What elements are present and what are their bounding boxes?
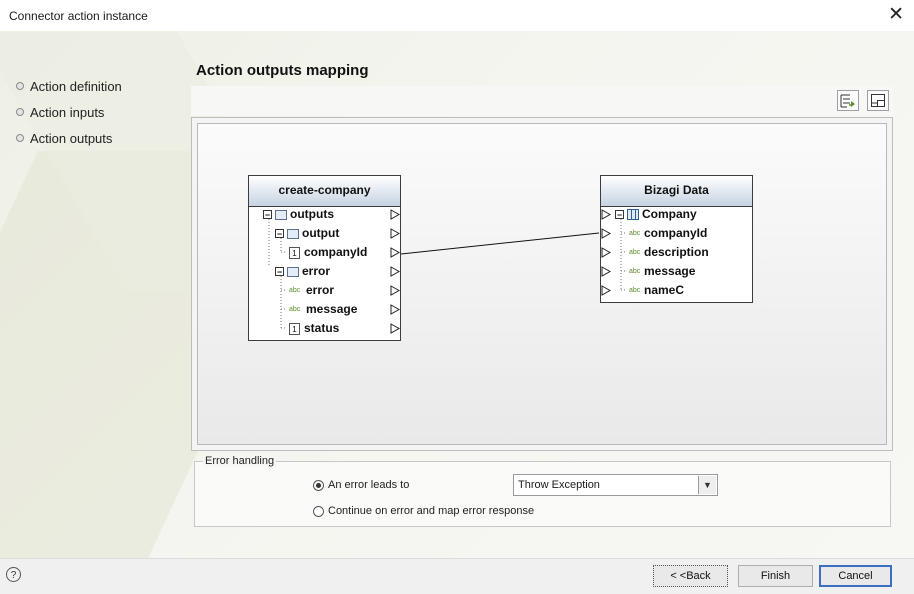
mapping-line [400, 232, 600, 255]
select-value: Throw Exception [518, 479, 600, 491]
source-ports [390, 209, 401, 334]
tree-row-label: error [302, 264, 331, 278]
tree-row[interactable]: abc description [629, 243, 709, 262]
tree-row-label: outputs [290, 207, 334, 221]
tree-row[interactable]: 1 status [289, 319, 339, 338]
port-arrow-icon [601, 247, 612, 258]
target-ports [601, 209, 612, 296]
cancel-button[interactable]: Cancel [819, 565, 892, 587]
layout-icon[interactable] [867, 90, 889, 111]
tree-row[interactable]: abc message [289, 300, 357, 319]
close-icon[interactable]: ✕ [888, 4, 904, 26]
port-arrow-icon [601, 266, 612, 277]
auto-map-icon[interactable] [837, 90, 859, 111]
tree-row-label: output [302, 226, 340, 240]
string-icon: abc [629, 287, 641, 295]
radio-selected-icon[interactable] [313, 479, 324, 491]
object-icon [287, 266, 299, 277]
source-box[interactable]: create-company − outputs − output 1 comp… [248, 175, 401, 341]
string-icon: abc [629, 268, 641, 276]
tree-row-label: nameC [644, 283, 685, 297]
collapse-icon[interactable]: − [263, 210, 272, 220]
bullet-icon [16, 108, 24, 116]
tree-row[interactable]: − error [275, 262, 330, 281]
port-arrow-icon [390, 304, 401, 315]
mapping-toolbar [191, 86, 893, 116]
object-icon [275, 209, 287, 220]
error-handling-group: Error handling An error leads to Throw E… [194, 455, 891, 527]
string-icon: abc [629, 249, 641, 257]
tree-row[interactable]: − output [275, 224, 339, 243]
tree-row-label: companyId [304, 245, 368, 259]
target-box[interactable]: Bizagi Data − Company abc companyId abc … [600, 175, 753, 303]
tree-row-label: message [306, 302, 358, 316]
tree-row[interactable]: 1 companyId [289, 243, 367, 262]
nav-item-action-inputs[interactable]: Action inputs [16, 99, 122, 125]
entity-table-icon [627, 209, 639, 221]
back-button[interactable]: < <Back [653, 565, 728, 587]
window-title: Connector action instance [9, 9, 148, 23]
mapping-canvas-frame: create-company − outputs − output 1 comp… [191, 117, 893, 451]
tree-row-label: error [306, 283, 335, 297]
tree-row[interactable]: abc nameC [629, 281, 684, 300]
collapse-icon[interactable]: − [615, 210, 624, 220]
port-arrow-icon [601, 228, 612, 239]
section-title: Action outputs mapping [196, 62, 369, 79]
port-arrow-icon [390, 266, 401, 277]
finish-button[interactable]: Finish [738, 565, 813, 587]
object-icon [287, 228, 299, 239]
source-box-title: create-company [249, 176, 400, 207]
error-action-select[interactable]: Throw Exception ▼ [513, 474, 718, 496]
number-icon: 1 [289, 246, 300, 259]
mapping-canvas[interactable]: create-company − outputs − output 1 comp… [197, 123, 887, 445]
footer-bar: ? < <Back Finish Cancel [0, 558, 914, 594]
port-arrow-icon [601, 209, 612, 220]
radio-label: An error leads to [328, 479, 410, 491]
help-icon[interactable]: ? [6, 567, 21, 582]
nav-item-action-definition[interactable]: Action definition [16, 73, 122, 99]
port-arrow-icon [390, 247, 401, 258]
wizard-nav: Action definition Action inputs Action o… [16, 73, 122, 151]
port-arrow-icon [390, 209, 401, 220]
tree-row-label: Company [642, 207, 697, 221]
radio-label: Continue on error and map error response [328, 505, 535, 517]
error-handling-legend: Error handling [203, 455, 277, 467]
collapse-icon[interactable]: − [275, 229, 284, 239]
radio-error-leads-to[interactable]: An error leads to [313, 479, 409, 491]
chevron-down-icon[interactable]: ▼ [698, 476, 716, 494]
tree-row[interactable]: abc companyId [629, 224, 707, 243]
tree-row[interactable]: abc error [289, 281, 334, 300]
tree-row-label: message [644, 264, 696, 278]
string-icon: abc [289, 287, 301, 295]
port-arrow-icon [390, 285, 401, 296]
string-icon: abc [289, 306, 301, 314]
radio-unselected-icon[interactable] [313, 505, 324, 517]
main-area: Action definition Action inputs Action o… [0, 31, 914, 558]
tree-row[interactable]: − Company [615, 205, 697, 224]
nav-item-label: Action outputs [30, 130, 113, 146]
number-icon: 1 [289, 322, 300, 335]
target-box-title: Bizagi Data [601, 176, 752, 207]
tree-row[interactable]: − outputs [263, 205, 334, 224]
tree-row[interactable]: abc message [629, 262, 695, 281]
port-arrow-icon [390, 228, 401, 239]
tree-row-label: status [304, 321, 340, 335]
port-arrow-icon [390, 323, 401, 334]
nav-item-label: Action inputs [30, 104, 105, 120]
string-icon: abc [629, 230, 641, 238]
nav-item-action-outputs[interactable]: Action outputs [16, 125, 122, 151]
bullet-icon [16, 134, 24, 142]
tree-row-label: description [644, 245, 709, 259]
collapse-icon[interactable]: − [275, 267, 284, 277]
radio-continue-on-error[interactable]: Continue on error and map error response [313, 505, 534, 517]
nav-item-label: Action definition [30, 78, 122, 94]
bullet-icon [16, 82, 24, 90]
title-bar: Connector action instance ✕ [0, 0, 914, 32]
port-arrow-icon [601, 285, 612, 296]
tree-row-label: companyId [644, 226, 708, 240]
